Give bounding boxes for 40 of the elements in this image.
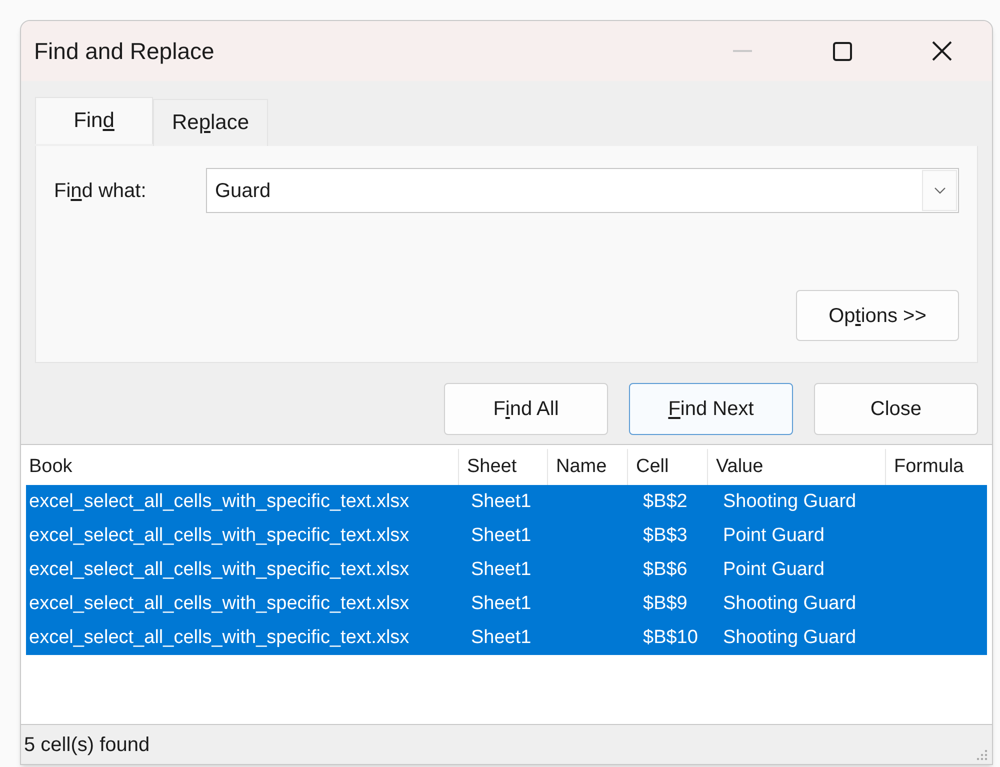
table-cell-text: Sheet1: [470, 626, 532, 650]
dialog-button[interactable]: Find All: [444, 383, 608, 435]
find-what-label: Find what:: [54, 178, 148, 204]
result-row[interactable]: excel_select_all_cells_with_specific_text.xlsx Sheet1 $B$2 Shooting Guard: [26, 485, 987, 519]
find-what-combo[interactable]: Guard: [206, 168, 959, 213]
table-cell-text: Sheet1: [470, 558, 532, 582]
status-text: 5 cell(s) found: [24, 732, 150, 758]
resize-grip-icon: [974, 747, 988, 761]
table-cell-text: Sheet1: [470, 524, 532, 548]
table-cell-text: excel_select_all_cells_with_specific_text.xlsx: [28, 524, 410, 548]
column-header[interactable]: Book: [21, 449, 458, 485]
table-cell-text: excel_select_all_cells_with_specific_text.xlsx: [28, 558, 410, 582]
dialog-button[interactable]: Find Next: [629, 383, 793, 435]
table-cell-text: Sheet1: [470, 592, 532, 616]
table-cell-text: $B$10: [642, 626, 699, 650]
table-cell-text: $B$2: [642, 490, 688, 514]
table-cell-text: $B$3: [642, 524, 688, 548]
result-row[interactable]: excel_select_all_cells_with_specific_text.xlsx Sheet1 $B$6 Point Guard: [26, 553, 987, 587]
find-what-value: Guard: [214, 178, 271, 204]
result-row[interactable]: excel_select_all_cells_with_specific_text.xlsx Sheet1 $B$10 Shooting Guard: [26, 621, 987, 655]
table-cell-text: excel_select_all_cells_with_specific_text.xlsx: [28, 626, 410, 650]
table-cell-text: excel_select_all_cells_with_specific_text.xlsx: [28, 490, 410, 514]
window-title: Find and Replace: [34, 36, 214, 66]
tab[interactable]: Replace: [153, 99, 268, 146]
chevron-down-icon: [934, 187, 946, 194]
table-cell-text: excel_select_all_cells_with_specific_text.xlsx: [28, 592, 410, 616]
result-row[interactable]: excel_select_all_cells_with_specific_text.xlsx Sheet1 $B$9 Shooting Guard: [26, 587, 987, 621]
table-cell-text: Shooting Guard: [722, 490, 858, 514]
table-cell-text: $B$6: [642, 558, 688, 582]
table-cell-text: Sheet1: [470, 490, 532, 514]
tab[interactable]: Find: [35, 97, 153, 144]
dialog-button[interactable]: Close: [814, 383, 978, 435]
table-cell-text: Shooting Guard: [722, 626, 858, 650]
table-cell-text: Shooting Guard: [722, 592, 858, 616]
table-cell-text: $B$9: [642, 592, 688, 616]
result-row[interactable]: excel_select_all_cells_with_specific_text.xlsx Sheet1 $B$3 Point Guard: [26, 519, 987, 553]
close-icon: [931, 40, 953, 62]
options-button[interactable]: Options >>: [796, 290, 959, 341]
table-cell-text: Point Guard: [722, 558, 826, 582]
table-cell-text: Point Guard: [722, 524, 826, 548]
